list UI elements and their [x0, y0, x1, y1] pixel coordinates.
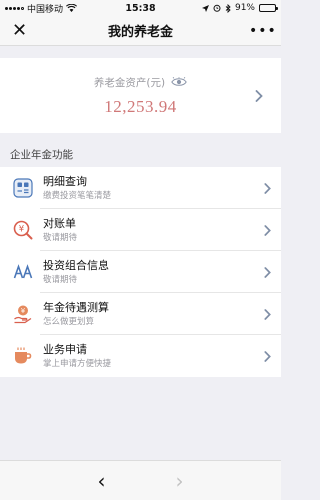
list-item-benefit-calc[interactable]: ¥ 年金待遇测算 怎么做更划算 [0, 293, 281, 335]
list-item-statement[interactable]: ¥ 对账单 敬请期待 [0, 209, 281, 251]
statement-icon: ¥ [12, 219, 34, 241]
svg-text:¥: ¥ [19, 225, 25, 235]
back-button[interactable]: ‹ [98, 471, 106, 491]
chevron-right-icon [251, 224, 271, 236]
business-apply-icon [12, 345, 34, 367]
carrier-name: 中国移动 [27, 4, 64, 15]
list-item-portfolio[interactable]: 投资组合信息 敬请期待 [0, 251, 281, 293]
portfolio-icon [12, 261, 34, 283]
item-title: 年金待遇测算 [43, 300, 109, 314]
list-item-detail-query[interactable]: 明细查询 缴费投资笔笔清楚 [0, 167, 281, 209]
list-item-business-apply[interactable]: 业务申请 掌上申请方便快捷 [0, 335, 281, 377]
status-left: 中国移动 [5, 2, 95, 15]
eye-icon[interactable] [171, 77, 187, 87]
alarm-icon [213, 4, 221, 12]
chevron-right-icon[interactable] [255, 89, 263, 102]
browser-bottom-bar: ‹ › [0, 460, 281, 500]
chevron-right-icon [251, 266, 271, 278]
chevron-right-icon [251, 350, 271, 362]
forward-button[interactable]: › [176, 471, 184, 491]
more-button[interactable]: ••• [249, 23, 276, 39]
section-title: 企业年金功能 [0, 133, 281, 167]
close-button[interactable]: ✕ [12, 21, 32, 40]
asset-label: 养老金资产(元) [93, 76, 166, 89]
item-subtitle: 缴费投资笔笔清楚 [43, 190, 112, 201]
signal-icon [5, 6, 24, 10]
status-time: 15:38 [125, 2, 156, 14]
function-list: 明细查询 缴费投资笔笔清楚 ¥ 对账单 敬请期待 投资组合信息 敬请期待 ¥ 年… [0, 167, 281, 377]
benefit-calc-icon: ¥ [12, 303, 34, 325]
item-title: 对账单 [43, 216, 76, 230]
item-text: 业务申请 掌上申请方便快捷 [43, 343, 251, 370]
detail-query-icon [12, 177, 34, 199]
item-text: 对账单 敬请期待 [43, 217, 251, 244]
item-subtitle: 敬请期待 [43, 232, 78, 243]
chevron-right-icon [251, 182, 271, 194]
svg-text:¥: ¥ [21, 307, 26, 315]
item-subtitle: 掌上申请方便快捷 [43, 358, 112, 369]
item-text: 投资组合信息 敬请期待 [43, 259, 251, 286]
item-subtitle: 敬请期待 [43, 274, 78, 285]
item-title: 业务申请 [43, 342, 87, 356]
chevron-right-icon [251, 308, 271, 320]
item-subtitle: 怎么做更划算 [43, 316, 95, 327]
location-icon [201, 4, 209, 12]
wifi-icon [66, 4, 77, 12]
asset-card[interactable]: 养老金资产(元) 12,253.94 [0, 58, 281, 133]
item-title: 明细查询 [43, 174, 87, 188]
page-title: 我的养老金 [107, 25, 173, 40]
battery-icon [258, 4, 278, 12]
battery-percent: 91% [234, 3, 255, 13]
status-bar: 中国移动 15:38 91% [0, 0, 281, 16]
asset-label-row: 养老金资产(元) [94, 75, 187, 90]
status-right: 91% [186, 3, 278, 13]
item-title: 投资组合信息 [43, 258, 109, 272]
item-text: 明细查询 缴费投资笔笔清楚 [43, 175, 251, 202]
nav-bar: ✕ 我的养老金 ••• [0, 16, 281, 46]
bluetooth-icon [225, 3, 231, 13]
asset-value: 12,253.94 [104, 96, 177, 116]
item-text: 年金待遇测算 怎么做更划算 [43, 301, 251, 328]
